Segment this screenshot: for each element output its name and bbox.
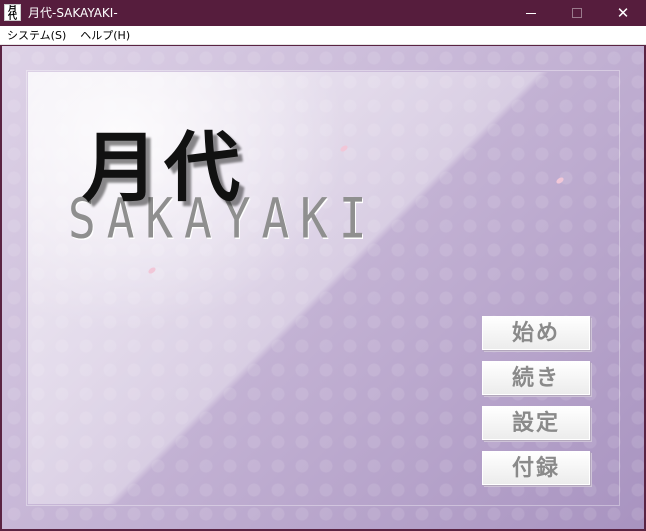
title-menu: 始め 続き 設定 付録 <box>482 316 592 496</box>
continue-button[interactable]: 続き <box>482 361 590 395</box>
settings-button[interactable]: 設定 <box>482 406 590 440</box>
minimize-button[interactable] <box>508 0 554 26</box>
app-icon: 月代 <box>4 4 21 21</box>
close-icon: ✕ <box>616 3 630 22</box>
minimize-icon <box>526 12 536 14</box>
menu-system[interactable]: システム(S) <box>0 26 73 45</box>
title-bar[interactable]: 月代 月代-SAKAYAKI- ✕ <box>0 0 646 26</box>
maximize-icon <box>572 8 582 18</box>
menu-bar: システム(S) ヘルプ(H) <box>0 26 646 45</box>
close-button[interactable]: ✕ <box>600 0 646 26</box>
logo-title: 月代 <box>82 123 246 212</box>
extras-button[interactable]: 付録 <box>482 451 590 485</box>
window-title: 月代-SAKAYAKI- <box>28 6 118 20</box>
maximize-button[interactable] <box>554 0 600 26</box>
menu-help[interactable]: ヘルプ(H) <box>73 26 137 45</box>
game-screen: SAKAYAKI 月代 始め 続き 設定 付録 <box>2 46 644 529</box>
start-button[interactable]: 始め <box>482 316 590 350</box>
